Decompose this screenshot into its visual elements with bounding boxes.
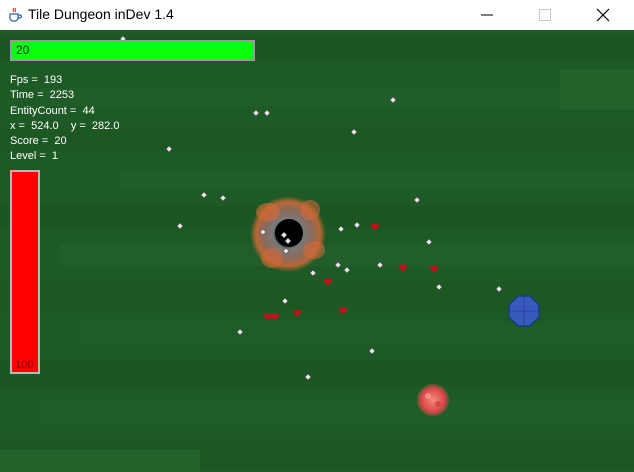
window-titlebar: Tile Dungeon inDev 1.4 [0,0,634,30]
fps-readout: Fps = 193 [10,74,63,86]
score-readout: Score = 20 [10,135,67,148]
entity-count-readout: EntityCount = 44 [10,104,95,117]
java-cup-icon [7,7,23,23]
vertical-gauge: 100 [10,170,40,374]
minimize-button[interactable] [464,0,510,30]
portal-spawner [250,196,326,272]
time-readout: Time = 2253 [10,89,75,102]
enemy-blob [417,384,449,416]
maximize-icon [539,9,551,21]
health-bar: 20 [10,40,255,61]
vertical-gauge-value: 100 [15,359,34,371]
maximize-button[interactable] [522,0,568,30]
player-orb [508,295,540,327]
level-readout: Level = 1 [10,150,59,163]
minimize-icon [481,14,493,16]
position-readout: x = 524.0 y = 282.0 [10,119,120,132]
debug-stats: Fps = 193 Time = 2253 EntityCount = 44 x… [10,73,119,165]
close-icon [596,8,610,22]
game-canvas[interactable]: 20 Fps = 193 Time = 2253 EntityCount = 4… [0,30,634,472]
health-value: 20 [16,43,30,57]
close-button[interactable] [580,0,626,30]
window-title: Tile Dungeon inDev 1.4 [28,6,174,22]
